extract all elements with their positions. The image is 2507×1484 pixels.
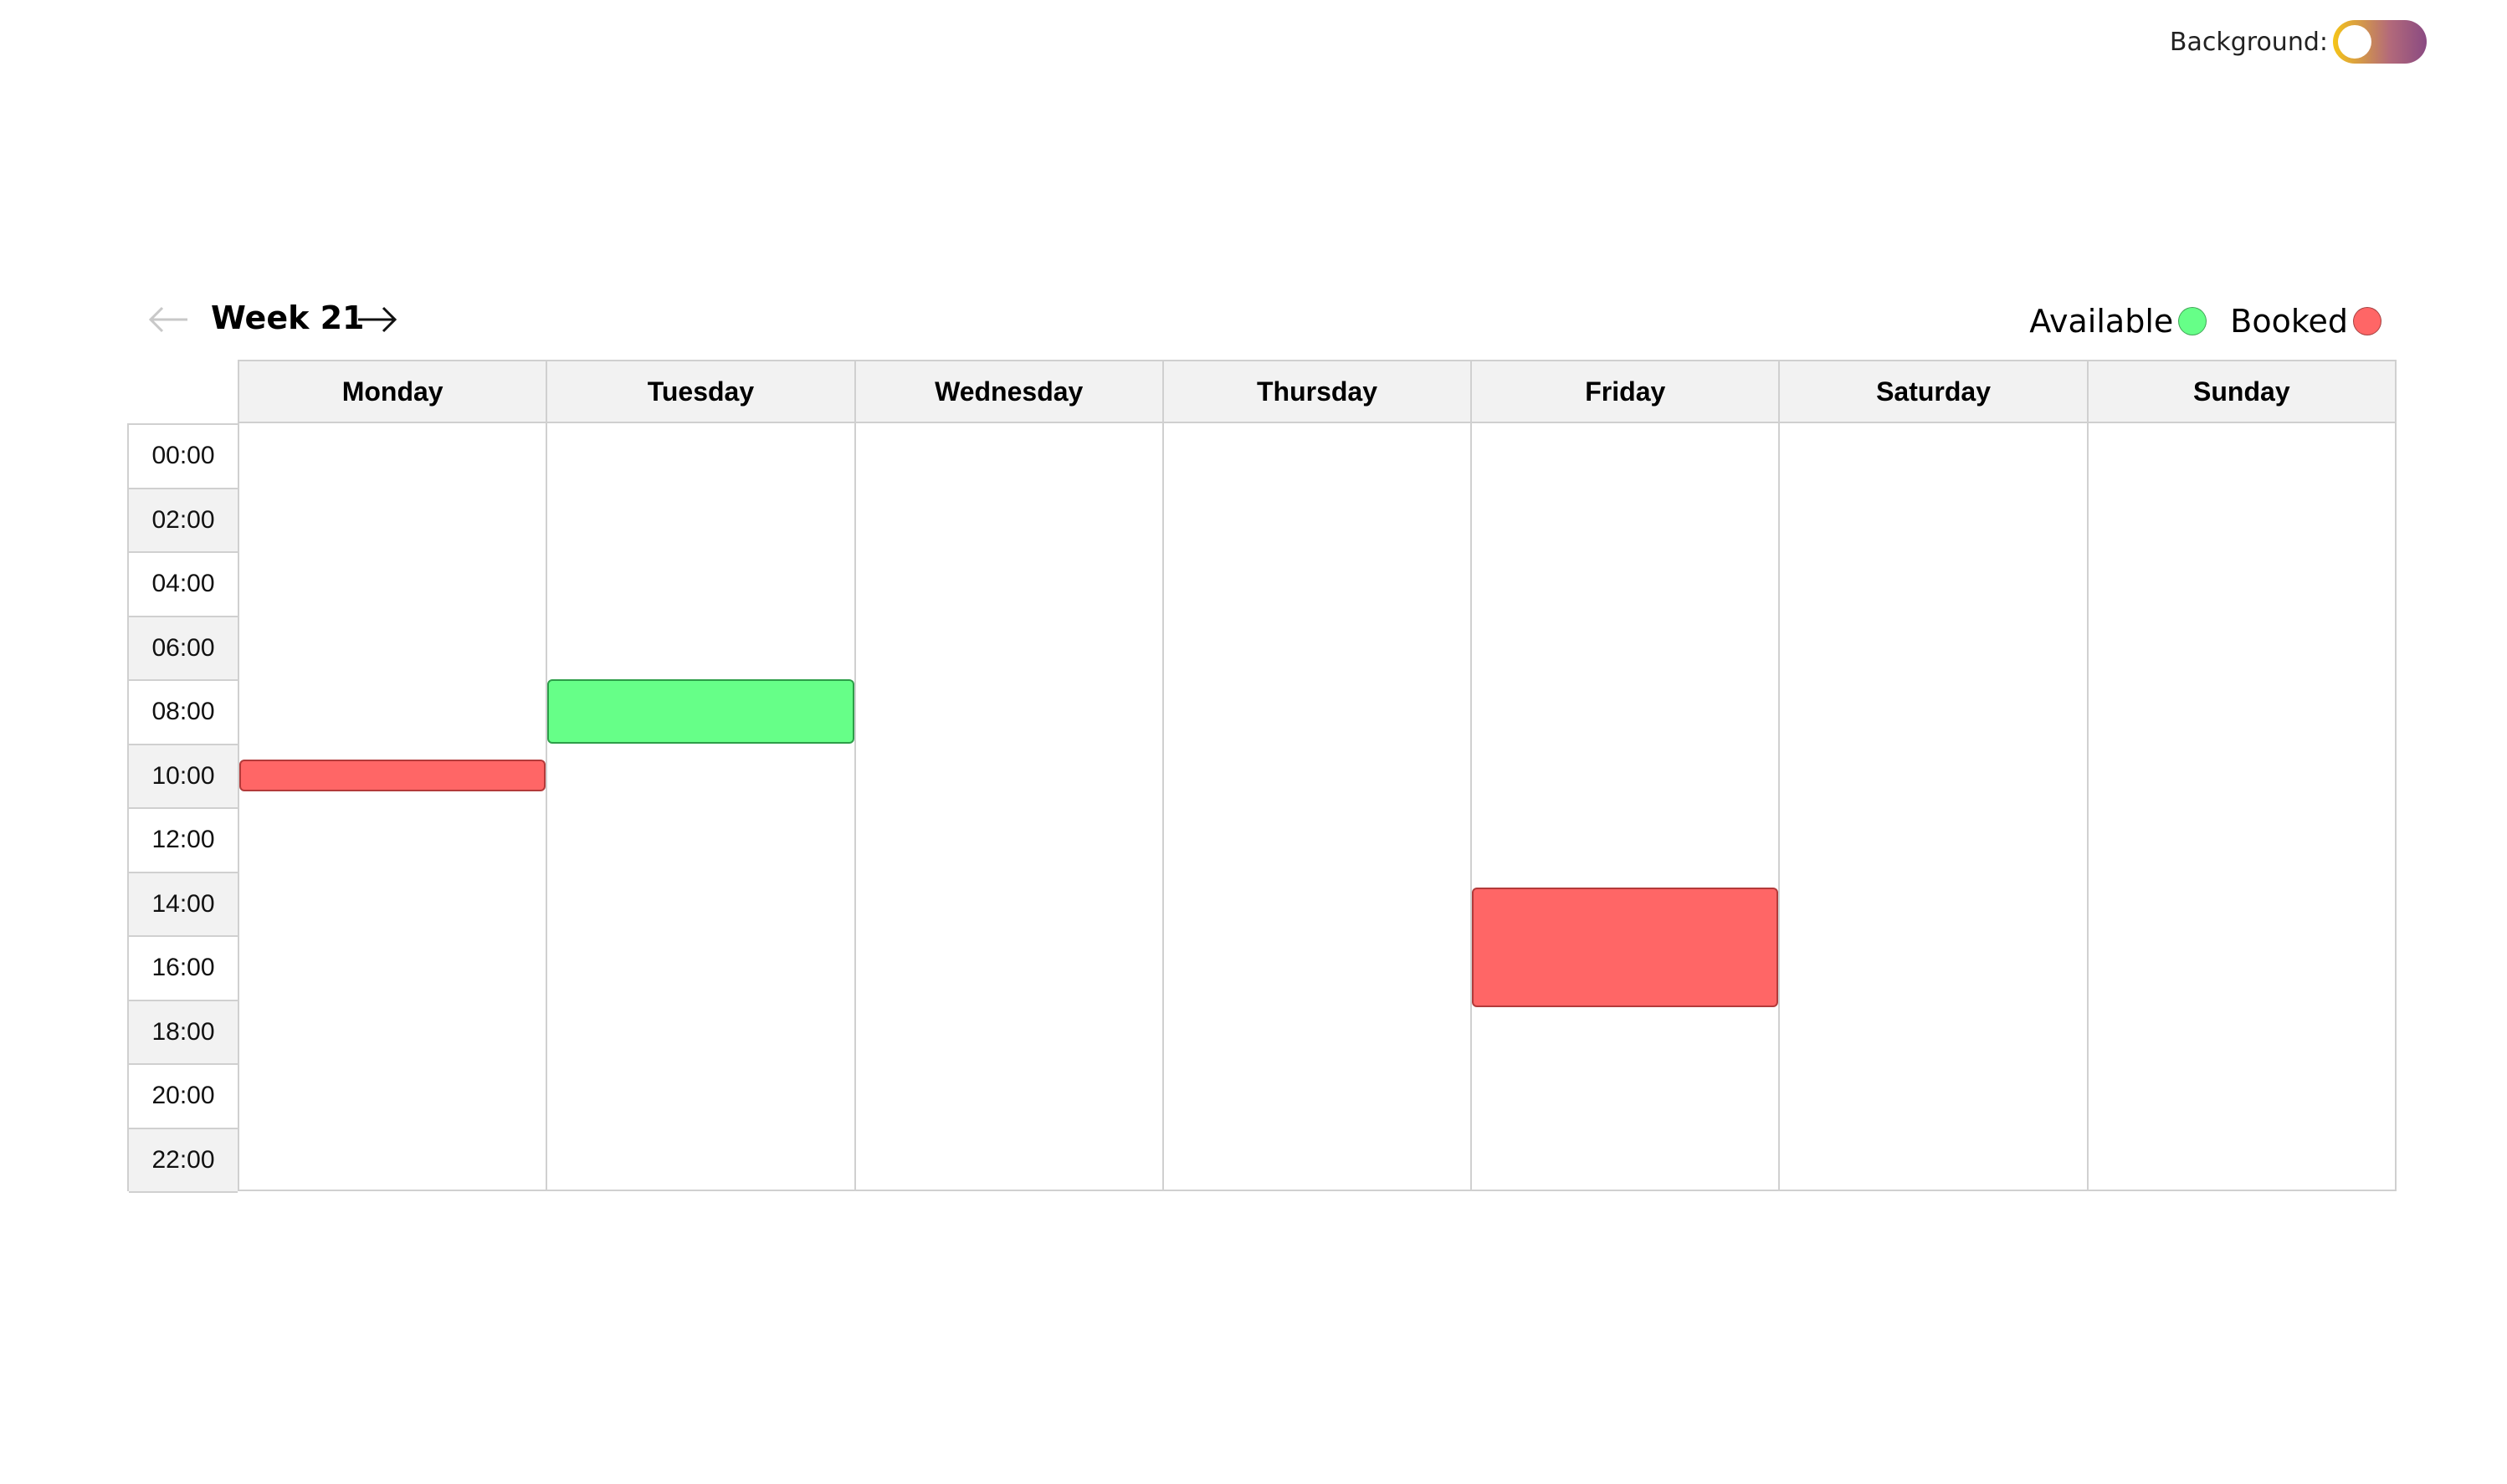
legend-booked-label: Booked: [2230, 303, 2348, 340]
time-label: 12:00: [129, 809, 238, 873]
legend: Available Booked: [2006, 303, 2381, 340]
time-label: 14:00: [129, 872, 238, 937]
time-label: 02:00: [129, 489, 238, 553]
legend-available: Available: [2029, 303, 2207, 340]
toggle-knob: [2338, 25, 2371, 59]
day-header-wednesday: Wednesday: [855, 361, 1164, 423]
legend-available-label: Available: [2029, 303, 2174, 340]
time-label: 20:00: [129, 1065, 238, 1129]
day-header-row: Monday Tuesday Wednesday Thursday Friday Satu…: [238, 360, 2397, 423]
time-label: 06:00: [129, 617, 238, 681]
day-header-saturday: Saturday: [1780, 361, 2089, 423]
day-column-sunday[interactable]: [2089, 423, 2397, 1190]
background-toggle-label: Background:: [2169, 27, 2328, 57]
legend-booked: Booked: [2230, 303, 2381, 340]
calendar-header: Week 21 Available Booked: [147, 298, 2381, 345]
time-label: 22:00: [129, 1128, 238, 1193]
arrow-left-icon: [148, 306, 187, 333]
arrow-right-icon: [358, 306, 397, 333]
day-column-friday[interactable]: [1472, 423, 1781, 1190]
day-column-saturday[interactable]: [1780, 423, 2089, 1190]
time-label: 16:00: [129, 937, 238, 1001]
week-calendar: Monday Tuesday Wednesday Thursday Friday Satu…: [127, 360, 2397, 1193]
legend-available-dot: [2178, 307, 2207, 335]
week-title: Week 21: [211, 299, 365, 336]
day-header-tuesday: Tuesday: [547, 361, 856, 423]
day-header-monday: Monday: [239, 361, 548, 423]
background-toggle-switch[interactable]: [2333, 20, 2427, 64]
day-column-monday[interactable]: [239, 423, 548, 1190]
time-column: 00:00 02:00 04:00 06:00 08:00 10:00 12:00 14:00…: [127, 423, 238, 1193]
day-header-thursday: Thursday: [1163, 361, 1473, 423]
booked-slot-monday[interactable]: [239, 759, 546, 791]
day-column-wednesday[interactable]: [856, 423, 1164, 1190]
next-week-button[interactable]: [355, 303, 398, 336]
time-label: 08:00: [129, 681, 238, 745]
booked-slot-friday[interactable]: [1472, 887, 1779, 1008]
day-column-thursday[interactable]: [1164, 423, 1473, 1190]
legend-booked-dot: [2353, 307, 2381, 335]
prev-week-button[interactable]: [147, 303, 191, 336]
day-header-friday: Friday: [1472, 361, 1781, 423]
day-column-tuesday[interactable]: [547, 423, 856, 1190]
time-label: 10:00: [129, 745, 238, 809]
available-slot-tuesday[interactable]: [547, 679, 854, 744]
time-label: 18:00: [129, 1000, 238, 1065]
day-header-sunday: Sunday: [2088, 361, 2397, 423]
days-grid: [238, 423, 2397, 1191]
background-toggle-group: Background:: [2170, 20, 2427, 64]
time-label: 04:00: [129, 553, 238, 617]
time-label: 00:00: [129, 425, 238, 489]
